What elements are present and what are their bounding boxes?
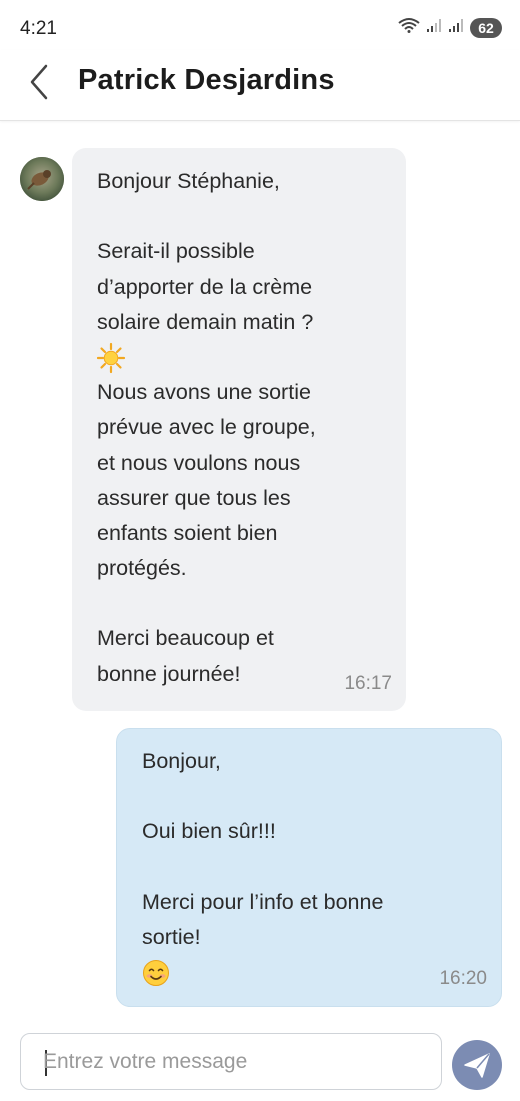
wifi-icon (398, 17, 420, 38)
chat-header: Patrick Desjardins (0, 50, 520, 121)
message-input[interactable] (43, 1034, 433, 1089)
send-button[interactable] (452, 1040, 502, 1090)
message-text: Merci beaucoup et (97, 626, 274, 651)
avatar[interactable] (20, 157, 64, 201)
message-text: solaire demain matin ? (97, 309, 314, 334)
signal-icon (426, 17, 442, 38)
sun-emoji-icon: ☀️ (97, 340, 388, 375)
message-input-container[interactable] (20, 1033, 442, 1090)
message-text: protégés. (97, 556, 187, 581)
message-timestamp: 16:17 (344, 672, 392, 694)
message-text: d’apporter de la crème (97, 274, 313, 299)
smiling-face-emoji-icon: 😊 (142, 955, 483, 990)
chat-screen: 4:21 62 Patrick Desjardins Bonjour Stéph… (0, 0, 520, 1101)
send-icon (452, 1053, 502, 1094)
message-text: Merci pour l’info et bonne (142, 889, 384, 914)
battery-icon: 62 (470, 17, 502, 38)
signal-icon (448, 17, 464, 38)
message-text: Nous avons une sortie (97, 380, 311, 405)
message-text (97, 586, 388, 621)
message-timestamp: 16:20 (439, 967, 487, 989)
message-bubble-incoming[interactable]: Bonjour Stéphanie, Serait-il possible d’… (72, 148, 406, 711)
message-text: Serait-il possible (97, 239, 255, 264)
message-text: Bonjour, (142, 749, 221, 773)
message-text: sortie! (142, 924, 201, 949)
status-icons: 62 (398, 17, 502, 38)
back-button[interactable] (22, 60, 62, 104)
message-text: et nous voulons nous (97, 450, 301, 475)
message-text: Oui bien sûr!!! (142, 819, 276, 844)
message-text: assurer que tous les (97, 485, 291, 510)
message-text: prévue avec le groupe, (97, 415, 316, 440)
message-text (97, 199, 388, 234)
chevron-left-icon (22, 64, 62, 108)
page-title: Patrick Desjardins (78, 64, 335, 96)
message-text (142, 779, 483, 814)
status-time: 4:21 (20, 18, 57, 39)
message-text (142, 850, 483, 885)
message-text: enfants soient bien (97, 520, 278, 545)
message-bubble-outgoing[interactable]: Bonjour, Oui bien sûr!!! Merci pour l’in… (116, 728, 502, 1007)
message-text: Bonjour Stéphanie, (97, 169, 280, 193)
